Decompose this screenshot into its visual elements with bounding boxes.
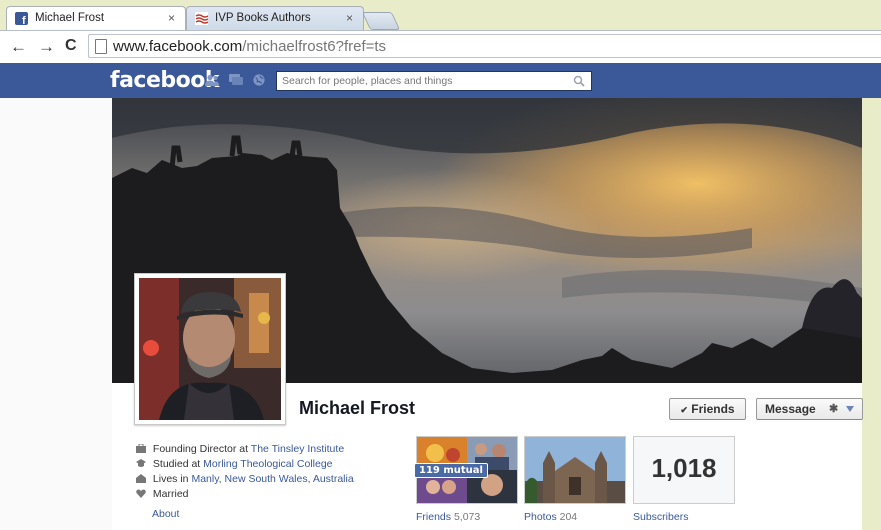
info-location-text: Lives in [152, 473, 192, 485]
svg-text:f: f [22, 15, 26, 25]
friends-label: Friends [416, 511, 452, 523]
reload-button[interactable]: C [65, 37, 77, 55]
friends-link[interactable]: Friends 5,073 [416, 511, 480, 523]
new-tab-button[interactable] [361, 12, 401, 30]
gear-icon[interactable]: ✱ [829, 399, 838, 419]
heart-icon [136, 489, 146, 498]
facebook-header: facebook [0, 63, 881, 99]
url-path: /michaelfrost6?fref=ts [242, 38, 387, 55]
photos-link[interactable]: Photos 204 [524, 511, 577, 523]
tab-ivp-books-authors[interactable]: IVP Books Authors × [186, 6, 364, 30]
info-work-text: Founding Director at [152, 443, 251, 455]
ivp-favicon-icon [195, 12, 208, 25]
search-input[interactable] [277, 72, 572, 90]
info-location: Lives in Manly, New South Wales, Austral… [136, 473, 354, 485]
info-work-link[interactable]: The Tinsley Institute [251, 443, 344, 455]
tab-michael-frost[interactable]: f Michael Frost × [6, 6, 186, 30]
profile-picture[interactable] [134, 273, 286, 425]
info-education: Studied at Morling Theological College [136, 458, 333, 470]
messages-icon[interactable] [229, 74, 243, 86]
photos-label: Photos [524, 511, 557, 523]
url-host: www.facebook.com [113, 38, 243, 55]
notifications-globe-icon[interactable] [252, 74, 266, 86]
subscribers-link[interactable]: Subscribers [633, 511, 688, 523]
back-button[interactable]: ← [10, 37, 27, 57]
info-relationship-text: Married [152, 488, 189, 500]
page-icon [95, 39, 107, 54]
info-education-link[interactable]: Morling Theological College [203, 458, 332, 470]
info-work: Founding Director at The Tinsley Institu… [136, 443, 344, 455]
profile-name[interactable]: Michael Frost [299, 398, 415, 419]
tab-title: IVP Books Authors [215, 12, 311, 24]
message-button[interactable]: Message ✱ [756, 398, 863, 420]
briefcase-icon [136, 444, 146, 453]
friends-button[interactable]: ✔ Friends [669, 398, 746, 420]
tab-close-icon[interactable]: × [168, 11, 175, 25]
dropdown-arrow-icon[interactable] [846, 406, 854, 412]
search-icon[interactable] [573, 75, 585, 87]
mutual-friends-badge[interactable]: 119 mutual [414, 463, 488, 478]
facebook-favicon-icon: f [15, 12, 28, 25]
profile-photo-image [139, 278, 281, 420]
tab-strip: f Michael Frost × IVP Books Authors × [0, 0, 881, 30]
subscribers-box[interactable]: 1,018 [633, 436, 735, 504]
info-relationship: Married [136, 488, 189, 500]
photos-thumbnail[interactable] [524, 436, 626, 504]
right-margin [862, 98, 881, 530]
about-link[interactable]: About [152, 508, 179, 520]
url-text: www.facebook.com/michaelfrost6?fref=ts [113, 38, 386, 55]
friends-count: 5,073 [453, 511, 481, 523]
tab-close-icon[interactable]: × [346, 11, 353, 25]
message-button-label: Message [765, 402, 816, 416]
checkmark-icon: ✔ [680, 405, 688, 415]
search-box[interactable] [276, 71, 592, 91]
house-icon [136, 474, 146, 483]
friends-button-label: Friends [691, 402, 735, 416]
subscribers-count: 1,018 [651, 453, 717, 483]
info-location-link[interactable]: Manly, New South Wales, Australia [191, 473, 353, 485]
address-bar[interactable]: www.facebook.com/michaelfrost6?fref=ts [88, 34, 881, 58]
left-margin [0, 98, 112, 530]
info-education-text: Studied at [152, 458, 204, 470]
photos-cathedral-image [525, 437, 625, 503]
facebook-logo[interactable]: facebook [110, 68, 220, 93]
graduation-cap-icon [136, 459, 146, 467]
tab-title: Michael Frost [35, 12, 105, 24]
friend-requests-icon[interactable] [205, 74, 219, 86]
forward-button[interactable]: → [38, 37, 55, 57]
photos-count: 204 [559, 511, 578, 523]
browser-toolbar: ← → C www.facebook.com/michaelfrost6?fre… [0, 30, 881, 63]
